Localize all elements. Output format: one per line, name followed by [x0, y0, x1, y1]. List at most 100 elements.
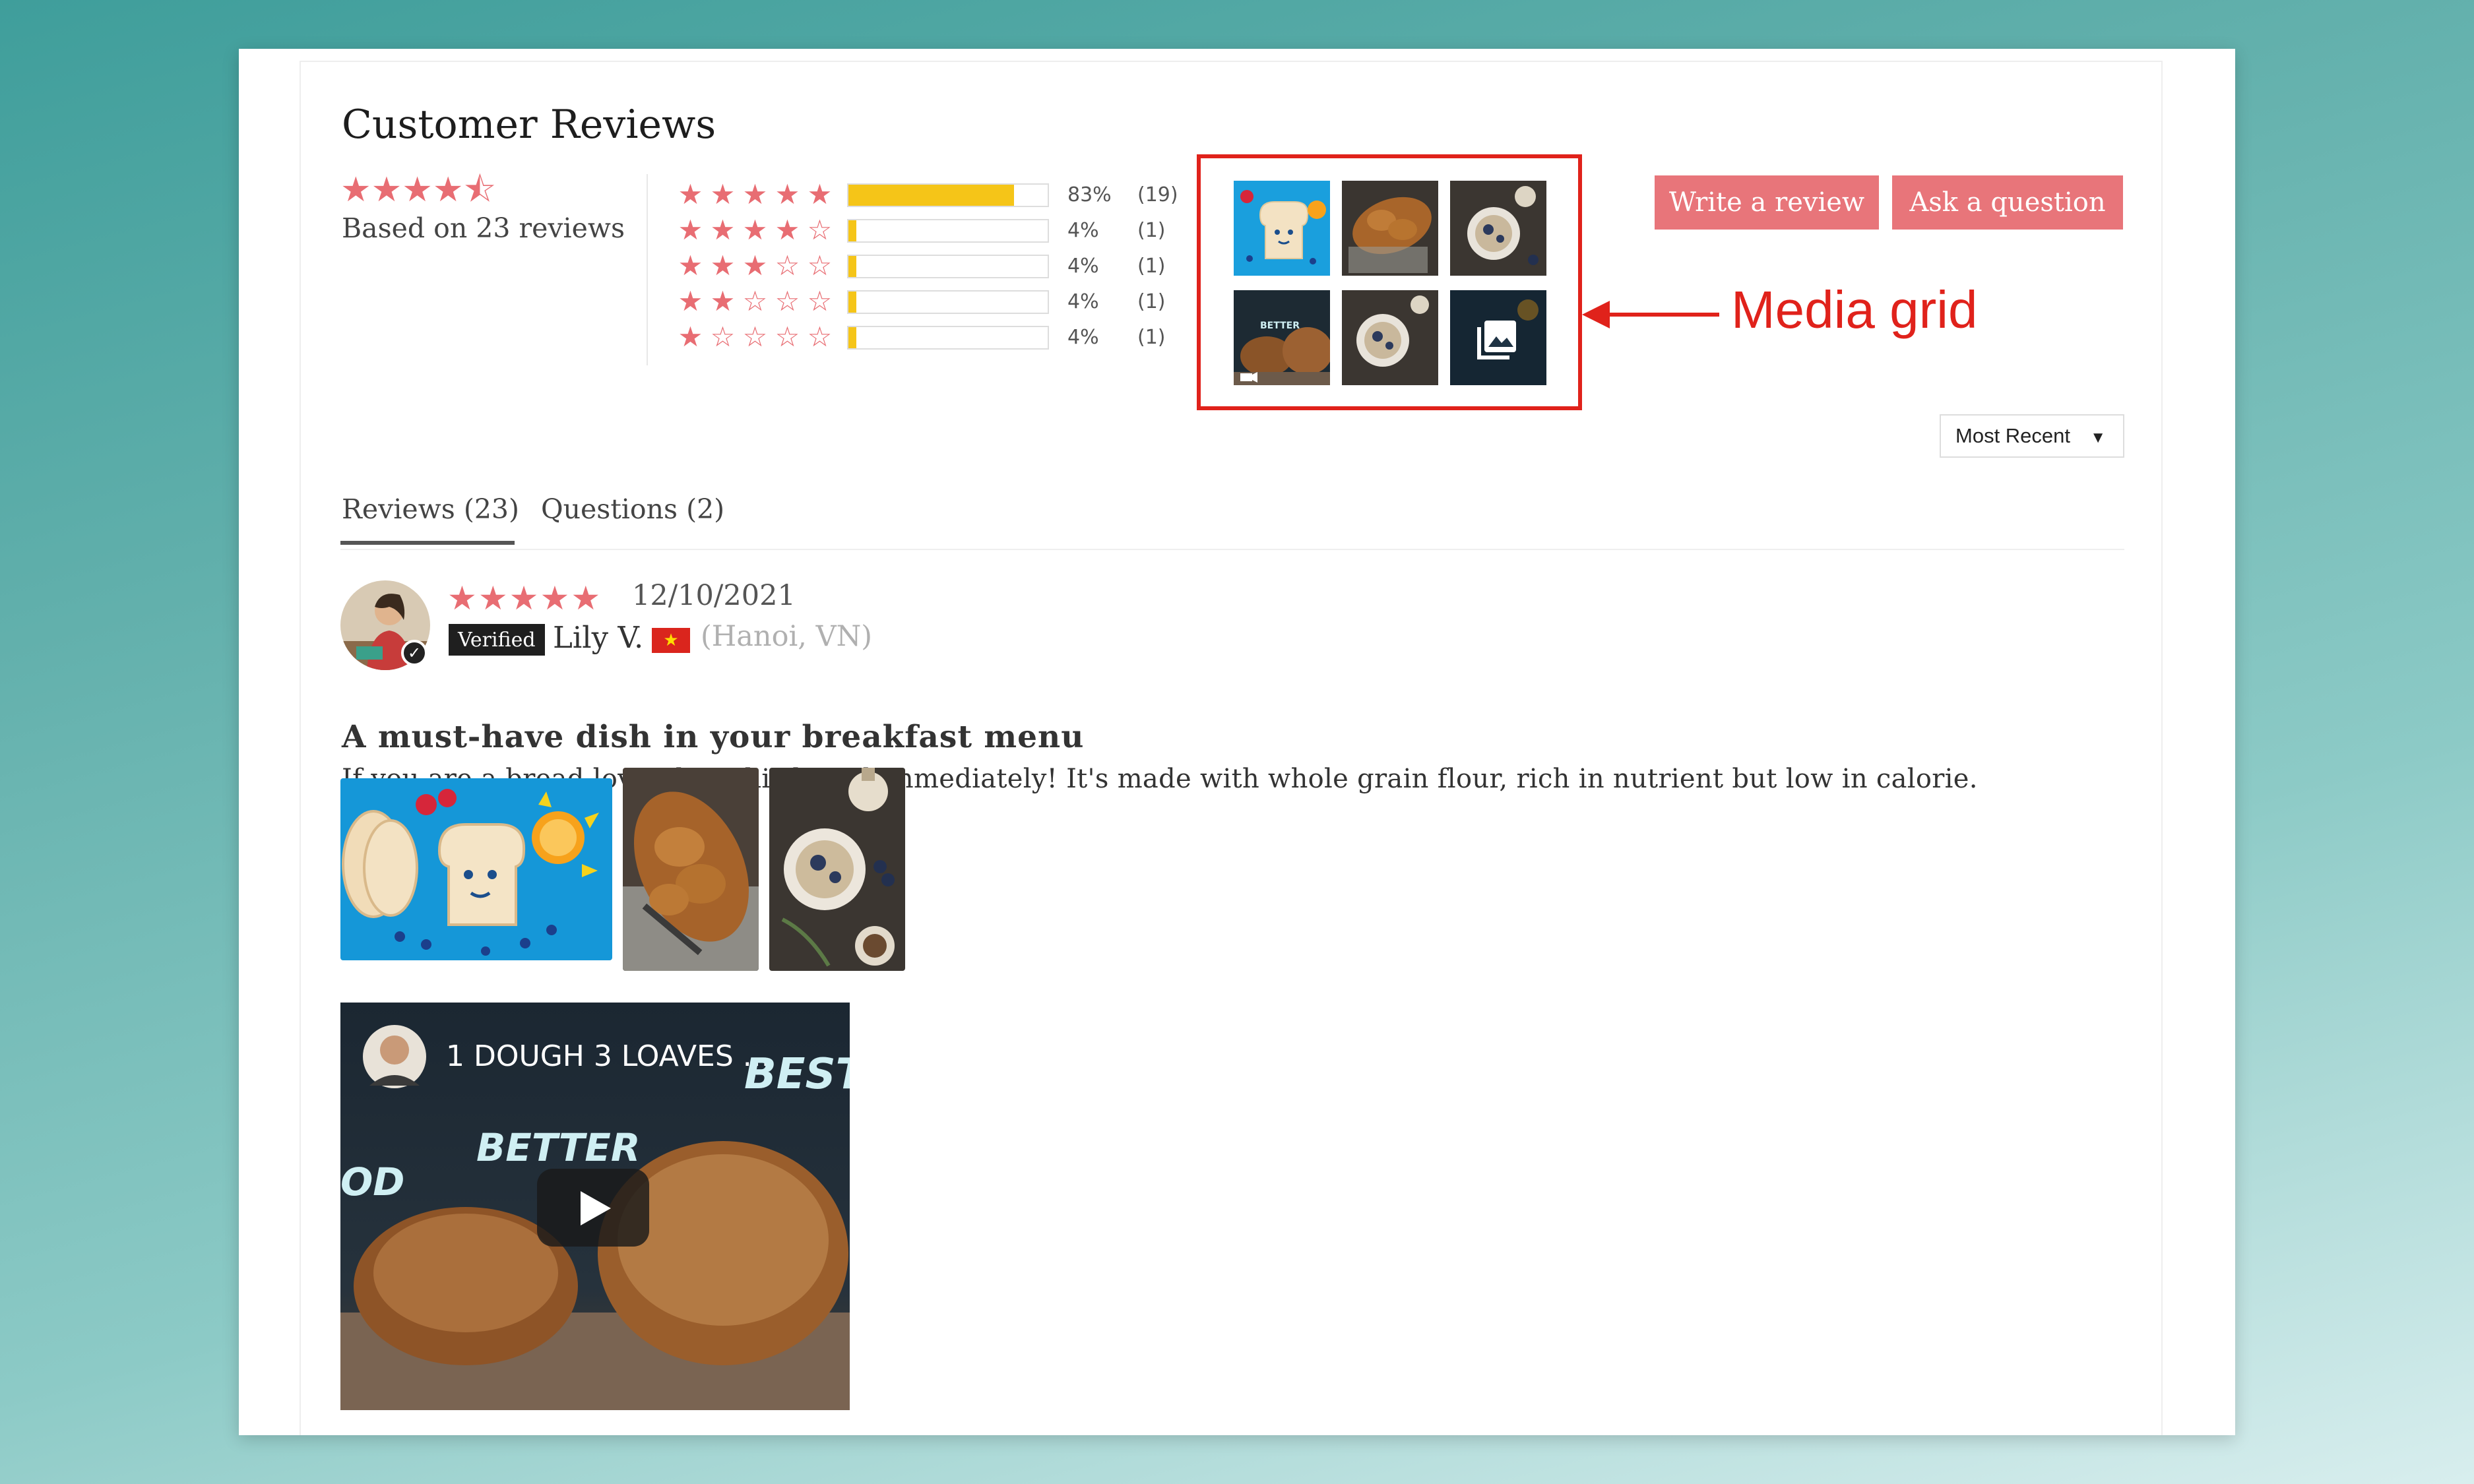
annotation-label: Media grid [1731, 280, 1978, 339]
rating-bar-fill [848, 292, 857, 313]
gallery-icon [1450, 290, 1546, 385]
star-filled-icon: ★ [432, 170, 464, 210]
star-filled-icon: ★ [678, 249, 703, 282]
star-filled-icon: ★ [402, 170, 433, 210]
tab-reviews[interactable]: Reviews (23) [342, 493, 519, 525]
star-empty-icon: ☆ [775, 321, 800, 353]
star-half-icon: ⯪ [463, 170, 496, 210]
reviews-title: Customer Reviews [342, 102, 716, 148]
rating-bar [847, 326, 1049, 350]
sort-selected-value: Most Recent [1955, 424, 2071, 447]
chevron-down-icon: ▼ [2090, 429, 2106, 447]
star-filled-icon: ★ [371, 170, 402, 210]
rating-count: (1) [1137, 219, 1166, 242]
average-rating-stars: ★ ★ ★ ★ ⯪ [340, 173, 496, 207]
rating-row-2-star[interactable]: ★ ★ ☆ ☆ ☆ 4% (1) [674, 288, 1176, 323]
star-filled-icon: ★ [478, 579, 508, 617]
video-thumbnail-icon: 1 DOUGH 3 LOAVES ... BEST BETTER OD [340, 1003, 850, 1410]
rating-bar [847, 183, 1049, 207]
toast-photo-icon [340, 778, 612, 960]
review-rating-stars: ★ ★ ★ ★ ★ [447, 582, 602, 615]
ask-question-button[interactable]: Ask a question [1892, 175, 2123, 230]
star-filled-icon: ★ [710, 285, 736, 317]
rating-row-5-star[interactable]: ★ ★ ★ ★ ★ 83% (19) [674, 181, 1178, 216]
tab-questions[interactable]: Questions (2) [541, 493, 724, 525]
bowl-photo-icon [769, 768, 905, 971]
star-empty-icon: ☆ [807, 249, 833, 282]
review-date: 12/10/2021 [632, 579, 796, 612]
review-count-text: Based on 23 reviews [342, 212, 625, 244]
verified-badge: Verified [449, 624, 545, 656]
vietnam-flag-icon: ★ [652, 628, 690, 653]
star-filled-icon: ★ [678, 285, 703, 317]
video-title: 1 DOUGH 3 LOAVES ... [446, 1039, 771, 1073]
star-filled-icon: ★ [710, 249, 736, 282]
svg-text:BETTER: BETTER [1260, 321, 1300, 331]
star-filled-icon: ★ [775, 214, 800, 246]
rating-row-3-star[interactable]: ★ ★ ★ ☆ ☆ 4% (1) [674, 252, 1176, 288]
reviews-widget-window: Customer Reviews ★ ★ ★ ★ ⯪ Based on 23 revie… [239, 49, 2235, 1435]
braided-bread-photo-icon [1342, 181, 1438, 276]
toast-photo-icon [1234, 181, 1330, 276]
rating-row-4-star[interactable]: ★ ★ ★ ★ ☆ 4% (1) [674, 216, 1176, 252]
star-empty-icon: ☆ [775, 285, 800, 317]
reviewer-location: (Hanoi, VN) [701, 620, 873, 653]
star-empty-icon: ☆ [775, 249, 800, 282]
star-empty-icon: ☆ [742, 321, 768, 353]
rating-row-stars: ★ ☆ ☆ ☆ ☆ [674, 323, 836, 351]
rating-bar-fill [848, 327, 857, 348]
bowl-photo-icon [1342, 290, 1438, 385]
rating-row-stars: ★ ★ ☆ ☆ ☆ [674, 288, 836, 315]
media-thumb-video[interactable]: BETTER [1234, 290, 1330, 385]
rating-row-1-star[interactable]: ★ ☆ ☆ ☆ ☆ 4% (1) [674, 323, 1176, 359]
review-title: A must-have dish in your breakfast menu [342, 719, 1085, 755]
star-empty-icon: ☆ [807, 285, 833, 317]
rating-percent: 4% [1067, 290, 1099, 313]
rating-row-stars: ★ ★ ★ ☆ ☆ [674, 252, 836, 280]
rating-count: (1) [1137, 290, 1166, 313]
media-thumb-bowl-2[interactable] [1342, 290, 1438, 385]
media-thumb-breakfast-bowl[interactable] [1450, 181, 1546, 276]
star-empty-icon: ☆ [807, 321, 833, 353]
verified-check-icon: ✓ [401, 640, 428, 666]
star-filled-icon: ★ [540, 579, 570, 617]
star-filled-icon: ★ [678, 214, 703, 246]
rating-row-stars: ★ ★ ★ ★ ☆ [674, 216, 836, 244]
rating-percent: 83% [1067, 183, 1112, 206]
rating-count: (1) [1137, 326, 1166, 349]
review-image-bread[interactable] [623, 768, 759, 971]
rating-bar [847, 255, 1049, 278]
review-image-toast[interactable] [340, 778, 612, 960]
star-filled-icon: ★ [340, 170, 371, 210]
star-filled-icon: ★ [447, 579, 477, 617]
star-filled-icon: ★ [571, 579, 601, 617]
media-thumb-toast[interactable] [1234, 181, 1330, 276]
video-overlay-best: BEST [744, 1050, 850, 1099]
video-thumbnail-icon: BETTER [1234, 290, 1330, 385]
annotation-arrow-line [1601, 313, 1719, 317]
star-empty-icon: ☆ [742, 285, 768, 317]
media-thumb-braided-bread[interactable] [1342, 181, 1438, 276]
star-empty-icon: ☆ [710, 321, 736, 353]
rating-bar-fill [848, 185, 1014, 206]
review-video[interactable]: 1 DOUGH 3 LOAVES ... BEST BETTER OD [340, 1003, 850, 1410]
rating-row-stars: ★ ★ ★ ★ ★ [674, 181, 836, 208]
star-filled-icon: ★ [807, 178, 833, 210]
summary-divider [647, 174, 648, 365]
rating-bar-fill [848, 256, 857, 277]
star-filled-icon: ★ [742, 178, 768, 210]
review-image-bowl[interactable] [769, 768, 905, 971]
star-filled-icon: ★ [710, 178, 736, 210]
star-filled-icon: ★ [710, 214, 736, 246]
sort-dropdown[interactable]: Most Recent ▼ [1940, 414, 2124, 458]
active-tab-indicator [340, 541, 515, 545]
star-empty-icon: ☆ [807, 214, 833, 246]
media-thumb-more[interactable] [1450, 290, 1546, 385]
braided-bread-photo-icon [623, 768, 759, 971]
rating-bar [847, 219, 1049, 243]
video-overlay-od: OD [340, 1159, 404, 1204]
write-review-button[interactable]: Write a review [1655, 175, 1879, 230]
rating-bar-fill [848, 220, 857, 241]
tabs-divider [340, 549, 2124, 550]
star-filled-icon: ★ [678, 178, 703, 210]
